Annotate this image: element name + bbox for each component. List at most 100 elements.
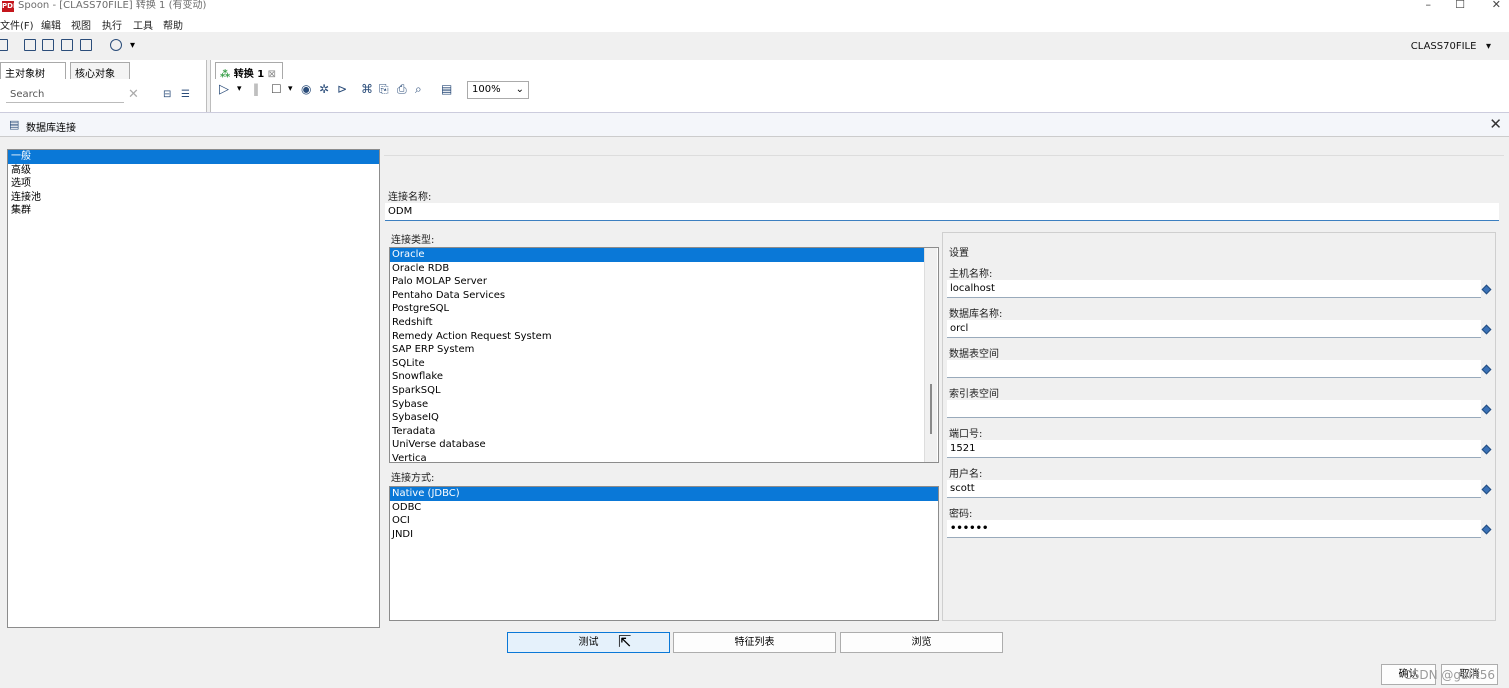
password-input[interactable]: ••••••	[947, 520, 1481, 538]
show-results-icon[interactable]: ▤	[441, 82, 452, 96]
nav-item-pooling[interactable]: 连接池	[8, 191, 379, 205]
new-file-icon[interactable]	[0, 39, 8, 51]
variable-icon[interactable]	[1481, 524, 1492, 535]
port-label: 端口号:	[949, 429, 983, 440]
variable-icon[interactable]	[1481, 484, 1492, 495]
variable-icon[interactable]	[1481, 444, 1492, 455]
search-input[interactable]: Search	[6, 87, 124, 103]
list-item[interactable]: SybaseIQ	[390, 411, 938, 425]
list-item[interactable]: Snowflake	[390, 370, 938, 384]
username-input[interactable]: scott	[947, 480, 1481, 498]
tab-transformation-1[interactable]: ⁂ 转换 1 ⊠	[215, 62, 283, 80]
run-options-dropdown-icon[interactable]: ▾	[237, 84, 242, 94]
save-as-icon[interactable]	[80, 39, 92, 51]
test-button[interactable]: 测试	[507, 632, 670, 653]
variable-icon[interactable]	[1481, 324, 1492, 335]
window-title: Spoon - [CLASS70FILE] 转换 1 (有变动)	[18, 0, 207, 11]
menu-run[interactable]: 执行	[102, 17, 122, 32]
connection-type-list[interactable]: Oracle Oracle RDB Palo MOLAP Server Pent…	[389, 247, 939, 463]
pause-icon[interactable]: ‖	[253, 82, 259, 96]
access-type-list[interactable]: Native (JDBC) ODBC OCI JNDI	[389, 486, 939, 621]
stop-options-dropdown-icon[interactable]: ▾	[288, 84, 293, 94]
window-titlebar: PDI Spoon - [CLASS70FILE] 转换 1 (有变动) – ☐…	[0, 0, 1509, 14]
list-item[interactable]: Oracle RDB	[390, 262, 938, 276]
list-item[interactable]: OCI	[390, 514, 938, 528]
variable-icon[interactable]	[1481, 404, 1492, 415]
nav-item-cluster[interactable]: 集群	[8, 204, 379, 218]
nav-item-advanced[interactable]: 高级	[8, 164, 379, 178]
menu-view[interactable]: 视图	[71, 17, 91, 32]
dialog-close-button[interactable]: ✕	[1489, 115, 1502, 133]
preview-icon[interactable]: ◉	[301, 82, 311, 96]
menu-tools[interactable]: 工具	[133, 17, 153, 32]
connection-type-scrollbar[interactable]	[924, 248, 937, 462]
list-item[interactable]: Redshift	[390, 316, 938, 330]
watermark: CSDN @gailt56	[1403, 668, 1495, 682]
nav-item-options[interactable]: 选项	[8, 177, 379, 191]
port-input[interactable]: 1521	[947, 440, 1481, 458]
database-name-label: 数据库名称:	[949, 309, 1003, 320]
list-item[interactable]: SAP ERP System	[390, 343, 938, 357]
variable-icon[interactable]	[1481, 364, 1492, 375]
tab-label: 核心对象	[75, 69, 115, 80]
tab-core-objects[interactable]: 核心对象	[70, 62, 130, 80]
list-item[interactable]: UniVerse database	[390, 438, 938, 452]
debug-icon[interactable]: ✲	[319, 82, 329, 96]
scrollbar-thumb[interactable]	[930, 384, 932, 434]
settings-title: 设置	[949, 248, 969, 259]
save-icon[interactable]	[61, 39, 73, 51]
list-item[interactable]: Palo MOLAP Server	[390, 275, 938, 289]
nav-item-general[interactable]: 一般	[8, 150, 379, 164]
stop-icon[interactable]: ☐	[271, 82, 282, 96]
replay-icon[interactable]: ⊳	[337, 82, 347, 96]
menu-help[interactable]: 帮助	[163, 17, 183, 32]
list-item[interactable]: Teradata	[390, 425, 938, 439]
layers-dropdown-icon[interactable]: ▾	[130, 40, 135, 51]
data-tablespace-input[interactable]	[947, 360, 1481, 378]
list-item[interactable]: Oracle	[390, 248, 924, 262]
list-item[interactable]: Vertica	[390, 452, 938, 462]
close-tab-icon[interactable]: ⊠	[268, 69, 276, 80]
window-close-button[interactable]: ✕	[1492, 0, 1501, 11]
variable-icon[interactable]	[1481, 284, 1492, 295]
open-file-icon[interactable]	[24, 39, 36, 51]
list-item[interactable]: Remedy Action Request System	[390, 330, 938, 344]
explore-button[interactable]: 浏览	[840, 632, 1003, 653]
connection-name-input[interactable]: ODM	[385, 203, 1499, 221]
database-name-input[interactable]: orcl	[947, 320, 1481, 338]
expand-tree-icon[interactable]: ☰	[181, 89, 190, 100]
list-item[interactable]: ODBC	[390, 501, 938, 515]
tab-label: 主对象树	[5, 69, 45, 80]
index-tablespace-input[interactable]	[947, 400, 1481, 418]
layers-icon[interactable]	[110, 39, 122, 51]
list-item[interactable]: SparkSQL	[390, 384, 938, 398]
clear-search-icon[interactable]: ✕	[128, 87, 139, 102]
maximize-button[interactable]: ☐	[1455, 0, 1465, 11]
explore-db-icon[interactable]: ⌕	[415, 82, 422, 97]
feature-list-button[interactable]: 特征列表	[673, 632, 836, 653]
repository-dropdown-icon: ▾	[1485, 41, 1491, 52]
sql-icon[interactable]: ⎙	[397, 82, 407, 97]
list-item[interactable]: JNDI	[390, 528, 938, 542]
connection-type-label: 连接类型:	[391, 235, 435, 246]
list-item[interactable]: Pentaho Data Services	[390, 289, 938, 303]
repository-selector[interactable]: CLASS70FILE ▾	[1411, 41, 1491, 52]
list-item[interactable]: SQLite	[390, 357, 938, 371]
explore-repo-icon[interactable]	[42, 39, 54, 51]
zoom-select[interactable]: 100% ⌄	[467, 81, 529, 99]
main-toolbar: ▾ CLASS70FILE ▾	[0, 32, 1509, 60]
list-item[interactable]: Native (JDBC)	[390, 487, 938, 501]
connection-name-label: 连接名称:	[388, 192, 432, 203]
data-tablespace-label: 数据表空间	[949, 349, 999, 360]
impact-icon[interactable]: ⎘	[379, 82, 389, 97]
menu-file[interactable]: 文件(F)	[0, 17, 34, 32]
host-input[interactable]: localhost	[947, 280, 1481, 298]
list-item[interactable]: Sybase	[390, 398, 938, 412]
run-icon[interactable]: ▷	[219, 82, 229, 97]
verify-icon[interactable]: ⌘	[361, 82, 373, 96]
menu-edit[interactable]: 编辑	[41, 17, 61, 32]
minimize-button[interactable]: –	[1426, 0, 1432, 11]
collapse-tree-icon[interactable]: ⊟	[163, 89, 171, 100]
tab-main-tree[interactable]: 主对象树	[0, 62, 66, 80]
list-item[interactable]: PostgreSQL	[390, 302, 938, 316]
